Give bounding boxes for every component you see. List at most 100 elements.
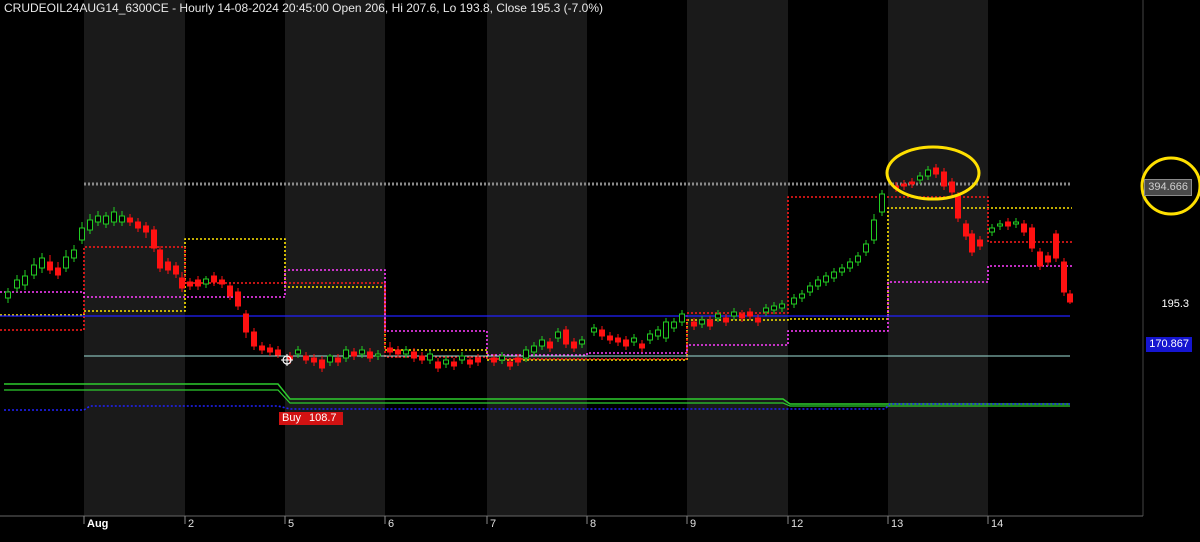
down-candle	[1037, 251, 1043, 267]
down-candle	[135, 221, 141, 229]
up-candle	[79, 227, 85, 241]
down-candle	[151, 229, 157, 249]
down-candle	[623, 339, 629, 347]
down-candle	[179, 277, 185, 289]
up-candle	[839, 267, 845, 273]
up-candle	[459, 355, 465, 361]
down-candle	[1053, 233, 1059, 259]
down-candle	[243, 313, 249, 333]
down-candle	[933, 167, 939, 175]
up-candle	[863, 243, 869, 253]
x-tick-label: 13	[891, 518, 903, 530]
down-candle	[227, 285, 233, 297]
down-candle	[1029, 227, 1035, 249]
buy-signal-badge[interactable]: Buy 108.7	[279, 412, 343, 425]
up-candle	[103, 215, 109, 225]
down-candle	[435, 361, 441, 369]
x-tick-label: 6	[388, 518, 394, 530]
down-candle	[451, 361, 457, 367]
up-candle	[375, 353, 381, 357]
chart-title: CRUDEOIL24AUG14_6300CE - Hourly 14-08-20…	[4, 1, 604, 15]
down-candle	[335, 357, 341, 363]
up-candle	[679, 313, 685, 323]
down-candle	[949, 181, 955, 193]
down-candle	[219, 279, 225, 285]
up-candle	[119, 215, 125, 223]
down-candle	[1005, 221, 1011, 227]
up-candle	[359, 349, 365, 355]
session-band	[487, 0, 587, 516]
down-candle	[303, 355, 309, 361]
session-band	[84, 0, 185, 516]
up-candle	[847, 261, 853, 269]
x-tick-label: 14	[991, 518, 1003, 530]
x-tick-label: 8	[590, 518, 596, 530]
down-candle	[941, 171, 947, 187]
down-candle	[755, 317, 761, 323]
session-band	[888, 0, 988, 516]
up-candle	[807, 285, 813, 293]
down-candle	[707, 319, 713, 327]
up-candle	[1013, 221, 1019, 225]
down-candle	[127, 217, 133, 223]
down-candle	[507, 361, 513, 367]
up-candle	[295, 349, 301, 355]
down-candle	[515, 357, 521, 363]
down-candle	[195, 279, 201, 287]
up-candle	[815, 279, 821, 287]
up-candle	[871, 219, 877, 241]
blue-line-price-label: 170.867	[1146, 337, 1192, 352]
down-candle	[187, 281, 193, 287]
down-candle	[909, 181, 915, 185]
down-candle	[267, 347, 273, 353]
up-candle	[771, 305, 777, 311]
down-candle	[165, 261, 171, 271]
up-candle	[831, 271, 837, 279]
up-candle	[111, 211, 117, 223]
up-candle	[343, 349, 349, 359]
up-candle	[327, 355, 333, 363]
up-candle	[523, 349, 529, 359]
up-candle	[71, 249, 77, 259]
up-candle	[443, 359, 449, 365]
down-candle	[639, 343, 645, 349]
up-candle	[579, 339, 585, 345]
down-candle	[235, 291, 241, 307]
up-candle	[925, 169, 931, 177]
up-candle	[539, 339, 545, 347]
down-candle	[467, 359, 473, 365]
up-candle	[591, 327, 597, 333]
up-candle	[22, 275, 28, 286]
down-candle	[411, 351, 417, 359]
up-candle	[823, 275, 829, 283]
down-candle	[275, 349, 281, 356]
down-candle	[901, 183, 907, 187]
up-candle	[655, 329, 661, 337]
up-candle	[663, 321, 669, 339]
x-tick-label: 2	[188, 518, 194, 530]
down-candle	[251, 331, 257, 347]
up-candle	[5, 291, 11, 299]
x-tick-label: 9	[690, 518, 696, 530]
down-candle	[143, 225, 149, 233]
down-candle	[1067, 293, 1073, 303]
up-candle	[763, 307, 769, 313]
up-candle	[715, 313, 721, 319]
down-candle	[547, 341, 553, 349]
session-band	[687, 0, 788, 516]
down-candle	[599, 329, 605, 337]
down-candle	[1021, 223, 1027, 233]
x-tick-label: 12	[791, 518, 803, 530]
buy-value: 108.7	[308, 412, 337, 424]
up-candle	[31, 264, 37, 276]
session-band	[285, 0, 385, 516]
price-chart[interactable]: Aug 2 5 6 7 8 9 12 13 14	[0, 0, 1200, 542]
down-candle	[739, 313, 745, 319]
x-axis: Aug 2 5 6 7 8 9 12 13 14	[0, 515, 1143, 530]
up-candle	[203, 278, 209, 285]
down-candle	[259, 345, 265, 351]
down-candle	[47, 261, 53, 271]
down-candle	[723, 317, 729, 323]
down-candle	[615, 337, 621, 343]
down-candle	[571, 341, 577, 349]
